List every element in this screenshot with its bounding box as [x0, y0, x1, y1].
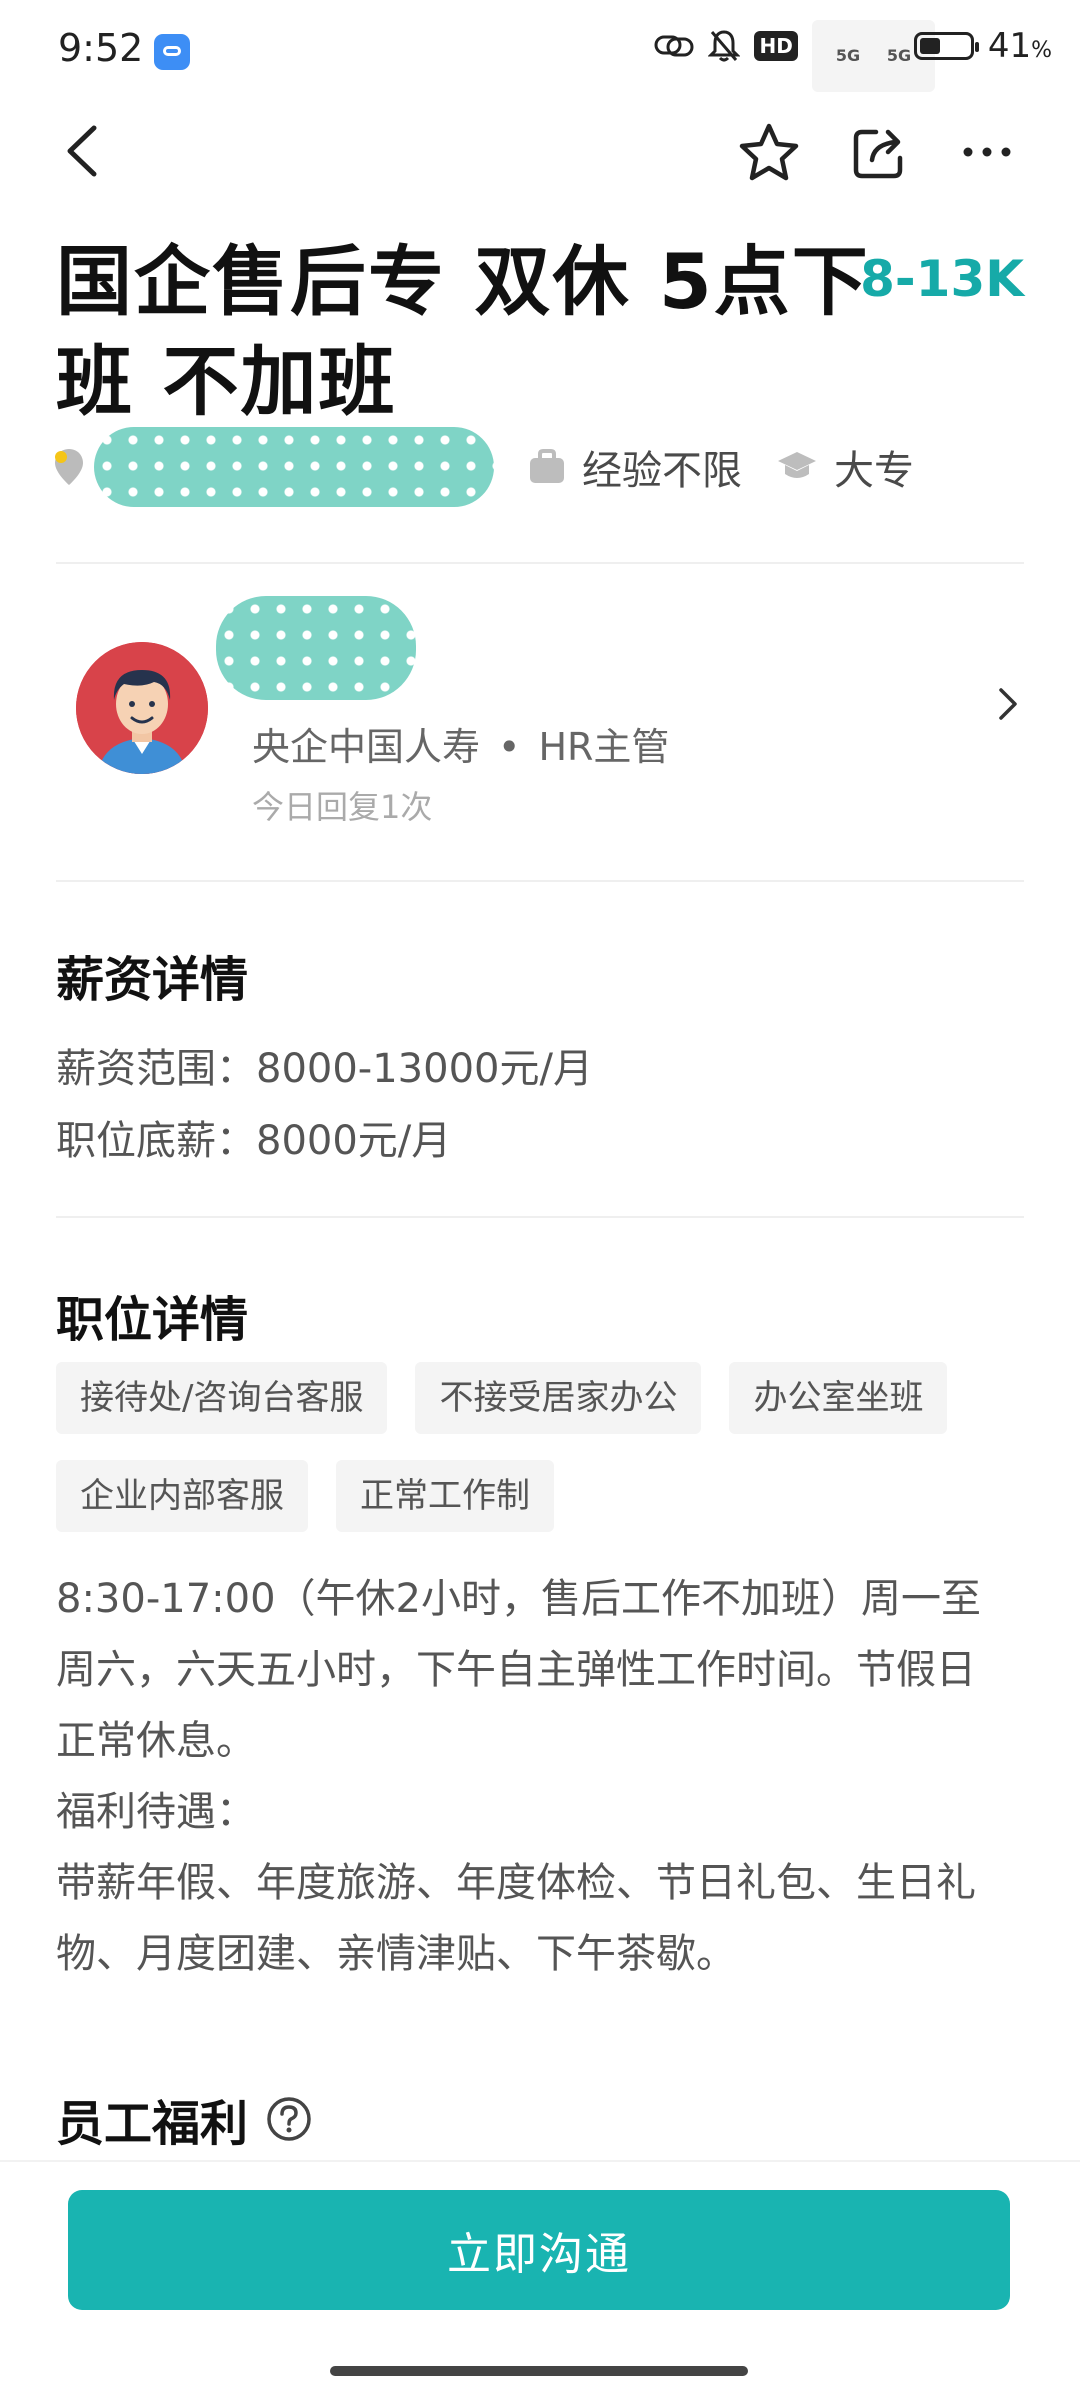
job-tags: 接待处/咨询台客服 不接受居家办公 办公室坐班 企业内部客服 正常工作制 [56, 1362, 1036, 1532]
salary-range: 8-13K [860, 250, 1024, 308]
job-tag: 接待处/咨询台客服 [56, 1362, 388, 1434]
app-notification-icon [154, 34, 190, 70]
job-tag: 不接受居家办公 [415, 1362, 702, 1434]
location-pin-icon [55, 449, 83, 485]
signal-sim2-icon: 5G [862, 20, 936, 92]
education-requirement: 大专 [776, 438, 914, 496]
job-tag: 企业内部客服 [56, 1460, 308, 1532]
status-icons: HD 5G 5G 41% [654, 20, 1052, 92]
employee-benefits-title: 员工福利 [56, 2084, 312, 2154]
status-time: 9:52 [58, 26, 144, 70]
graduation-cap-icon [778, 452, 816, 478]
signal-sim1-icon: 5G [811, 20, 885, 92]
help-question-icon[interactable] [266, 2096, 312, 2142]
mute-bell-icon [708, 30, 741, 62]
divider [56, 880, 1024, 882]
job-details-title: 职位详情 [56, 1292, 249, 1348]
battery-icon [913, 32, 979, 60]
chat-now-button[interactable]: 立即沟通 [68, 2190, 1010, 2310]
redacted-recruiter-name [216, 596, 416, 700]
base-salary-detail: 职位底薪：8000元/月 [56, 1118, 452, 1164]
hd-badge: HD [754, 31, 798, 61]
job-tag: 正常工作制 [336, 1460, 554, 1532]
share-icon[interactable] [850, 124, 908, 182]
job-description: 8:30-17:00（午休2小时，售后工作不加班）周一至 周六，六天五小时，下午… [56, 1576, 981, 1977]
salary-range-detail: 薪资范围：8000-13000元/月 [56, 1046, 593, 1092]
recruiter-company-role: 央企中国人寿 • HR主管 [252, 725, 670, 769]
chevron-right-icon[interactable] [996, 684, 1020, 724]
favorite-star-icon[interactable] [738, 122, 800, 184]
recruiter-reply-status: 今日回复1次 [252, 788, 433, 826]
divider [56, 562, 1024, 564]
home-indicator[interactable] [330, 2366, 748, 2376]
back-button[interactable] [62, 124, 102, 178]
job-tag: 办公室坐班 [729, 1362, 948, 1434]
link-icon [654, 35, 694, 57]
recruiter-avatar [76, 642, 208, 774]
job-meta-row: 经验不限 大专 [52, 427, 914, 507]
divider [56, 1216, 1024, 1218]
more-dots-icon[interactable] [962, 138, 1012, 166]
salary-details-title: 薪资详情 [56, 952, 249, 1008]
redacted-location [94, 427, 494, 507]
experience-requirement: 经验不限 [528, 438, 742, 496]
briefcase-icon [530, 449, 564, 483]
job-title: 国企售后专 双休 5点下班 不加班 [56, 237, 870, 426]
battery-percent: 41% [987, 26, 1052, 66]
